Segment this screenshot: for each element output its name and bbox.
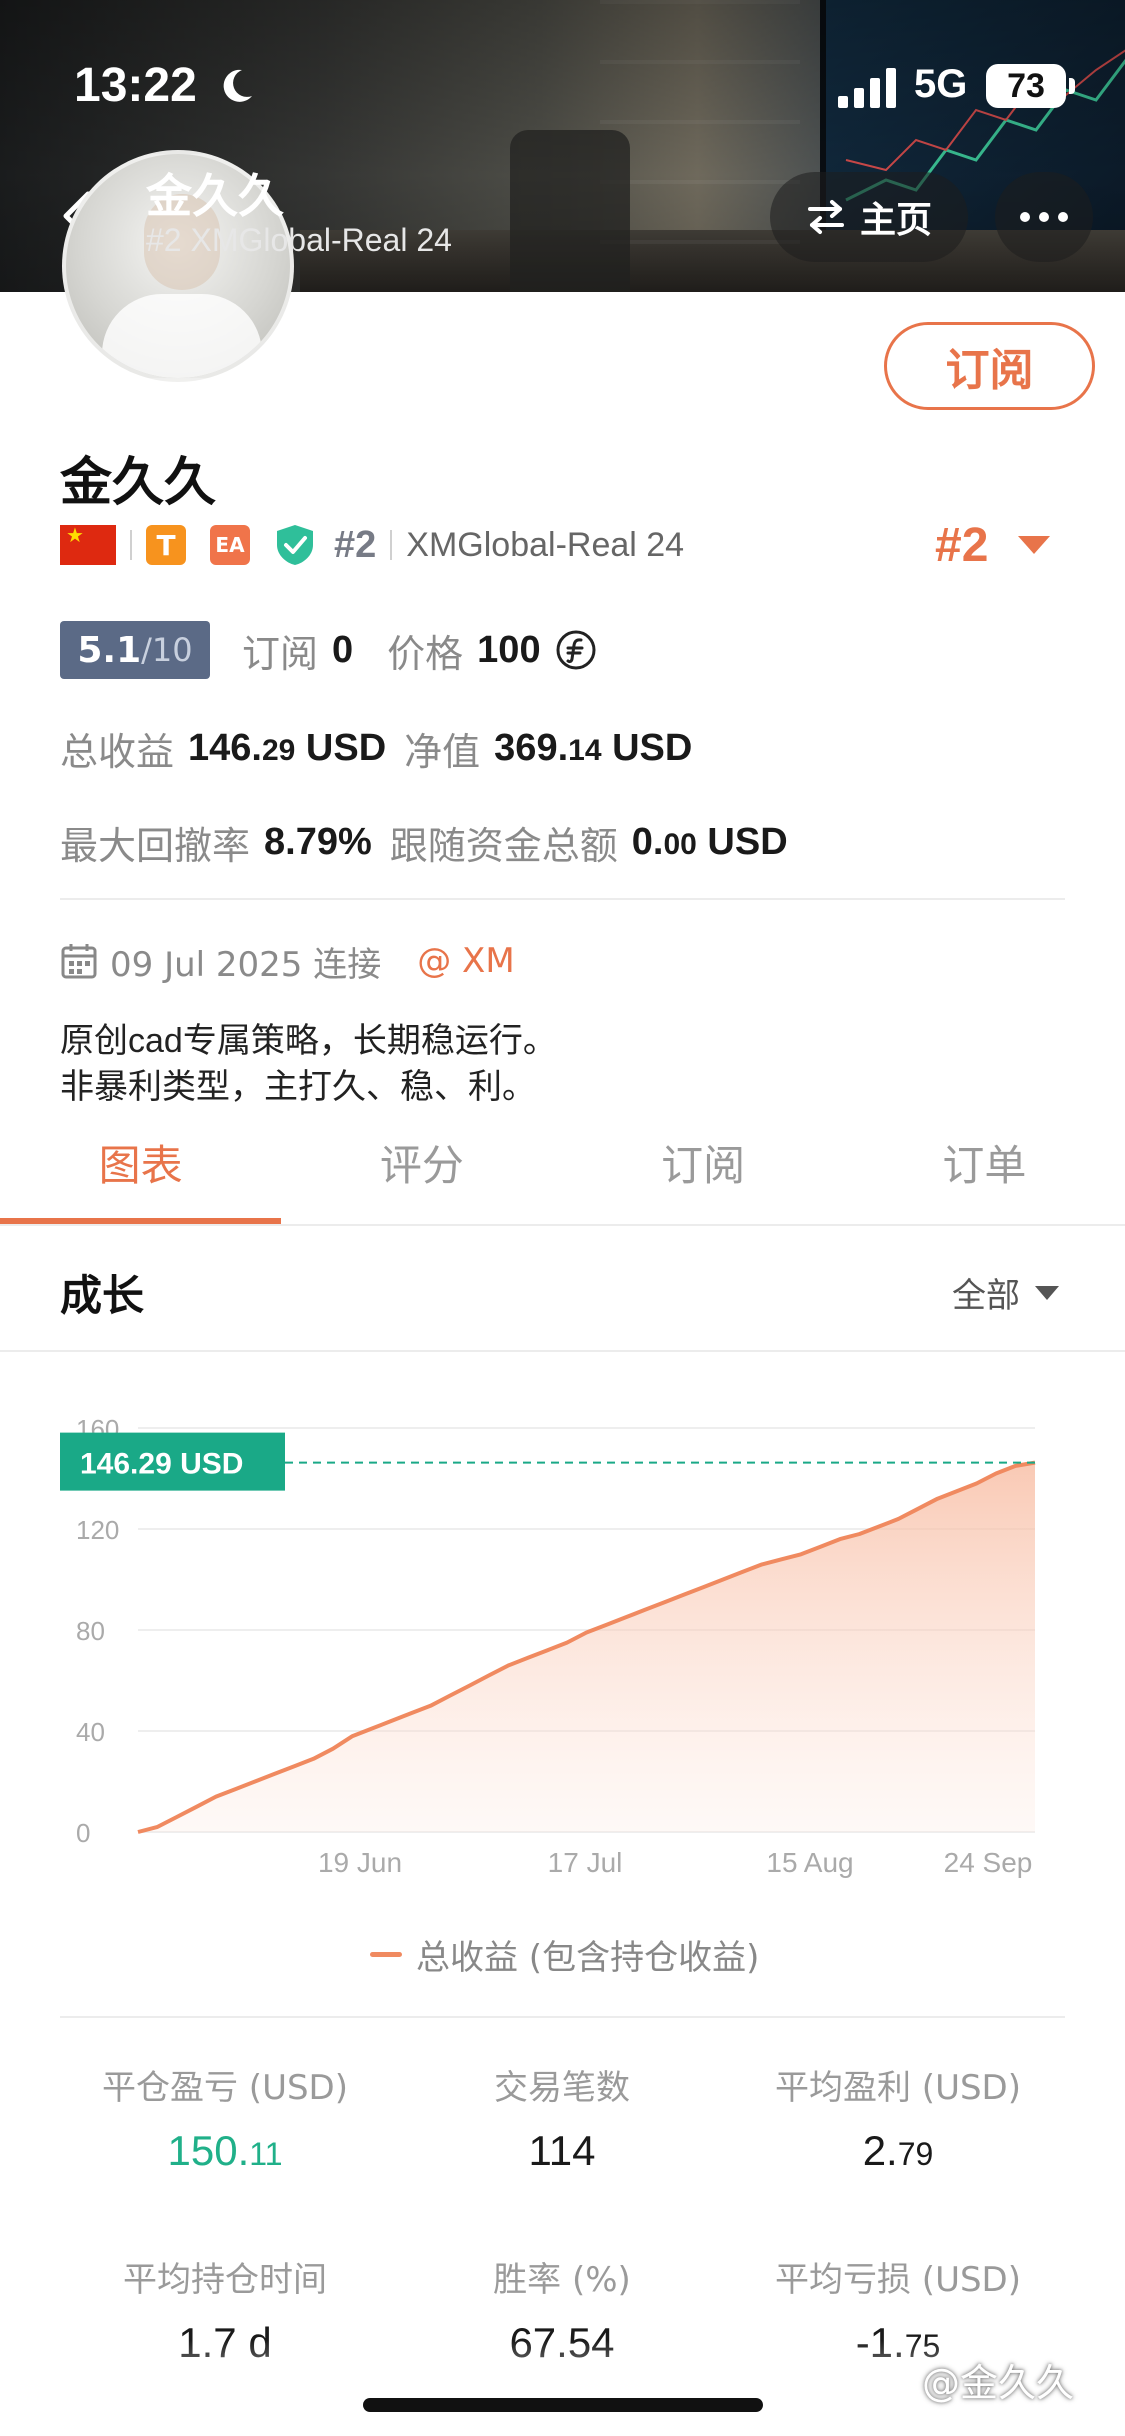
equity-label: 净值 (404, 729, 481, 774)
x-tick-label: 17 Jul (548, 1847, 623, 1878)
y-tick-label: 80 (76, 1616, 105, 1646)
stat-label: 平均盈利 (USD) (775, 2068, 1021, 2108)
stat-label: 平均持仓时间 (123, 2260, 327, 2300)
calendar-icon (61, 944, 97, 979)
score-value: 5.1 (77, 629, 142, 671)
stat-avg-profit: 平均盈利 (USD) 2.79 (733, 2060, 1063, 2175)
profile-divider (60, 898, 1065, 900)
status-time: 13:22 (74, 59, 197, 112)
home-button-label: 主页 (859, 200, 932, 241)
profile-name: 金久久 (60, 454, 217, 512)
tab-rating[interactable]: 评分 (281, 1120, 562, 1226)
range-select[interactable]: 全部 (952, 1268, 1060, 1317)
follow-funds-value: 0.00 USD (631, 820, 788, 863)
score-badge: 5.1/10 (60, 621, 210, 679)
status-bar: 13:22 5G 73 (0, 0, 1125, 170)
tags-row: T EA #2 XMGlobal-Real 24 (60, 520, 684, 570)
x-tick-label: 15 Aug (766, 1847, 853, 1878)
home-indicator[interactable] (363, 2398, 763, 2412)
connected-date: 09 Jul 2025 连接 (110, 944, 382, 985)
max-drawdown-value: 8.79% (264, 820, 372, 863)
t-badge: T (146, 525, 186, 565)
caret-down-icon (1035, 1285, 1059, 1300)
home-button[interactable]: 主页 (770, 172, 968, 262)
y-tick-label: 40 (76, 1717, 105, 1747)
legend-swatch (370, 1952, 402, 1957)
shield-check-icon (277, 525, 313, 565)
bio-text: 原创cad专属策略，长期稳运行。 非暴利类型，主打久、稳、利。 (60, 1018, 557, 1110)
stat-closed-pl: 平仓盈亏 (USD) 150.11 (60, 2060, 390, 2175)
price-label: 价格 (387, 631, 464, 676)
coin-icon (556, 630, 596, 670)
server-label: XMGlobal-Real 24 (406, 525, 685, 564)
tab-bar: 图表 评分 订阅 订单 (0, 1120, 1125, 1226)
profit-row: 总收益 146.29 USD 净值 369.14 USD (60, 718, 710, 778)
tab-chart[interactable]: 图表 (0, 1120, 281, 1226)
total-profit-label: 总收益 (60, 729, 175, 774)
china-flag-icon (60, 525, 116, 565)
moon-icon (223, 69, 252, 102)
ea-badge: EA (210, 525, 250, 565)
watermark: @金久久 (922, 2361, 1075, 2405)
x-tick-label: 19 Jun (318, 1847, 402, 1878)
more-button[interactable] (995, 172, 1093, 262)
legend-label: 总收益 (包含持仓收益) (416, 1938, 760, 1978)
stat-label: 胜率 (%) (493, 2260, 631, 2300)
rank-label: #2 (334, 523, 377, 566)
score-max: /10 (141, 631, 193, 669)
section-border (0, 1350, 1125, 1352)
total-profit-value: 146.29 USD (188, 726, 387, 769)
avatar-body (102, 294, 262, 378)
y-tick-label: 120 (76, 1515, 119, 1545)
rank-dropdown-label[interactable]: #2 (935, 518, 988, 573)
max-drawdown-label: 最大回撤率 (60, 823, 251, 868)
tab-orders[interactable]: 订单 (844, 1120, 1125, 1226)
y-tick-label: 0 (76, 1818, 90, 1848)
stat-label: 交易笔数 (494, 2068, 630, 2108)
tab-subscribe[interactable]: 订阅 (563, 1120, 844, 1226)
follow-funds-label: 跟随资金总额 (389, 823, 618, 868)
subscriber-count-label: 订阅 (242, 631, 319, 676)
battery-icon: 73 (986, 64, 1075, 108)
tag-divider (130, 530, 132, 560)
range-select-value: 全部 (952, 1276, 1020, 1316)
more-icon (1020, 212, 1068, 222)
stat-value: 2.79 (862, 2127, 934, 2174)
stat-label: 平仓盈亏 (USD) (102, 2068, 348, 2108)
network-label: 5G (914, 62, 968, 106)
section-title: 成长 (60, 1271, 145, 1320)
signal-icon (838, 68, 896, 108)
header-title: 金久久 (146, 170, 284, 222)
stat-value: 150.11 (167, 2127, 283, 2174)
stat-trade-count: 交易笔数 114 (397, 2060, 727, 2175)
subscribe-button[interactable]: 订阅 (884, 322, 1095, 410)
stats-divider (60, 2016, 1065, 2018)
score-row: 5.1/10 订阅 0 价格 100 (60, 620, 597, 680)
bio-line: 非暴利类型，主打久、稳、利。 (60, 1068, 536, 1106)
stat-label: 平均亏损 (USD) (775, 2260, 1021, 2300)
broker-link[interactable]: @ XM (417, 941, 514, 981)
connect-row: 09 Jul 2025 连接 @ XM (60, 936, 515, 986)
x-tick-label: 24 Sep (944, 1847, 1033, 1878)
swap-icon (807, 200, 844, 234)
rank-divider (390, 530, 393, 560)
caret-down-icon[interactable] (1016, 534, 1052, 556)
stat-value: 114 (528, 2127, 596, 2174)
drawdown-row: 最大回撤率 8.79% 跟随资金总额 0.00 USD (60, 812, 806, 872)
subscriber-count: 0 (332, 628, 354, 671)
header-subtitle: #2 XMGlobal-Real 24 (146, 222, 452, 258)
growth-chart: 04080120160 146.29 USD 19 Jun 17 Jul 15 Au… (60, 1414, 1036, 1878)
chart-legend: 总收益 (包含持仓收益) (370, 1930, 759, 1979)
price-value: 100 (477, 628, 541, 671)
current-value-label: 146.29 USD (80, 1448, 243, 1481)
bio-line: 原创cad专属策略，长期稳运行。 (60, 1022, 557, 1060)
tab-bar-border (0, 1224, 1125, 1226)
equity-value: 369.14 USD (494, 726, 693, 769)
